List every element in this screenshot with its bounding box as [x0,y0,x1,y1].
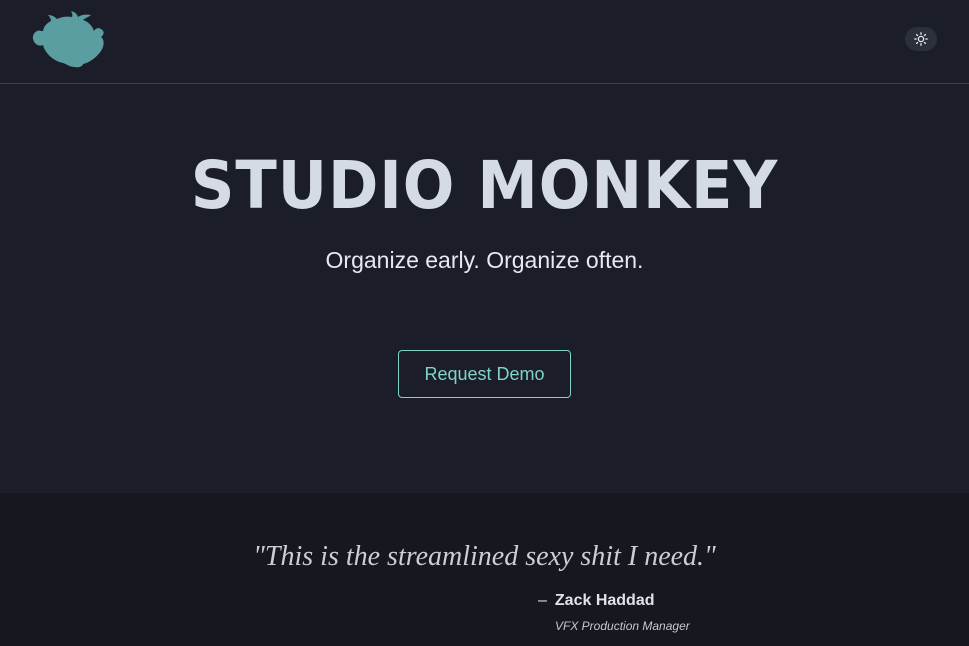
request-demo-button[interactable]: Request Demo [398,350,571,398]
testimonial-quote: "This is the streamlined sexy shit I nee… [253,541,716,572]
theme-toggle-button[interactable] [905,27,937,51]
monkey-head-logo[interactable] [31,9,105,69]
hero-section: STUDIO MONKEY Organize early. Organize o… [0,85,969,493]
testimonial-author: Zack Haddad [554,592,655,609]
hero-title: STUDIO MONKEY [190,147,779,224]
sun-icon [914,32,928,46]
hero-subtitle: Organize early. Organize often. [325,247,644,273]
testimonial-author-role: VFX Production Manager [555,619,690,633]
testimonial-attribution: – Zack Haddad [538,592,655,610]
landing-page: STUDIO MONKEY Organize early. Organize o… [0,0,969,646]
attribution-dash: – [538,592,547,609]
top-navigation-bar [0,0,969,84]
testimonial-section: "This is the streamlined sexy shit I nee… [0,493,969,646]
